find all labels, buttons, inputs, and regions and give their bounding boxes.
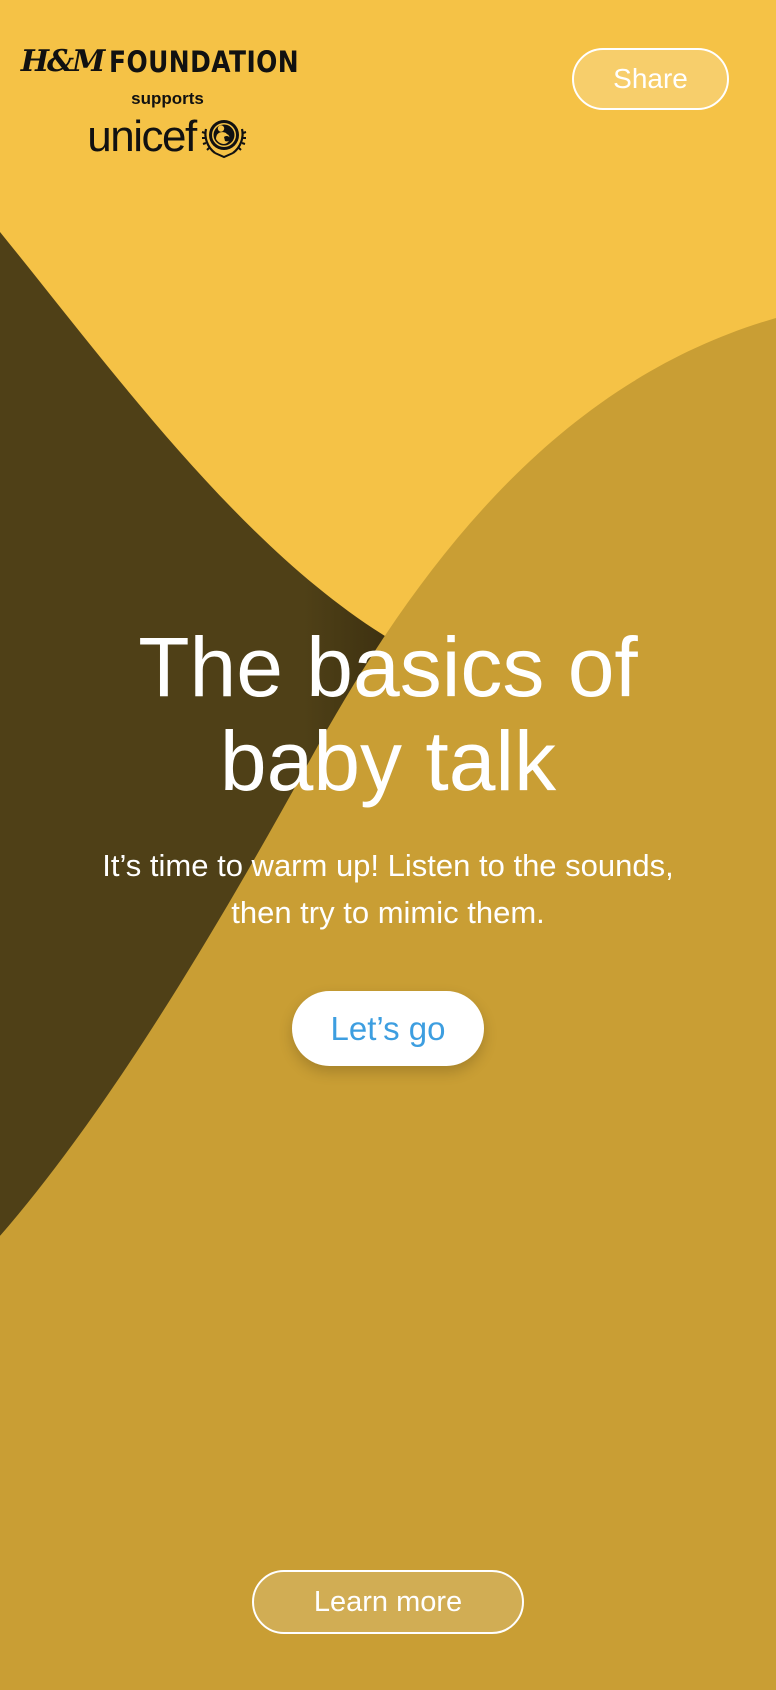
unicef-emblem-icon: [201, 120, 247, 159]
hero-title-line-1: The basics of: [138, 620, 638, 714]
hero-subtitle: It’s time to warm up! Listen to the soun…: [0, 842, 776, 936]
hm-foundation-unicef-logo: H&M FOUNDATION supports unicef: [21, 44, 300, 161]
unicef-logo: unicef: [45, 113, 290, 161]
supports-text: supports: [131, 89, 204, 108]
hero-subtitle-line-2: then try to mimic them.: [231, 895, 545, 930]
lets-go-button[interactable]: Let’s go: [292, 991, 484, 1066]
unicef-wordmark: unicef: [87, 112, 197, 161]
learn-more-button[interactable]: Learn more: [252, 1570, 524, 1634]
hm-brand-mark: H&M: [20, 44, 106, 79]
share-button[interactable]: Share: [572, 48, 729, 110]
foundation-wordmark: FOUNDATION: [109, 44, 300, 79]
hero-title: The basics of baby talk: [0, 620, 776, 808]
hm-foundation-logo: H&M FOUNDATION: [21, 44, 300, 80]
hero-subtitle-line-1: It’s time to warm up! Listen to the soun…: [102, 848, 674, 883]
hero-title-line-2: baby talk: [219, 714, 557, 808]
